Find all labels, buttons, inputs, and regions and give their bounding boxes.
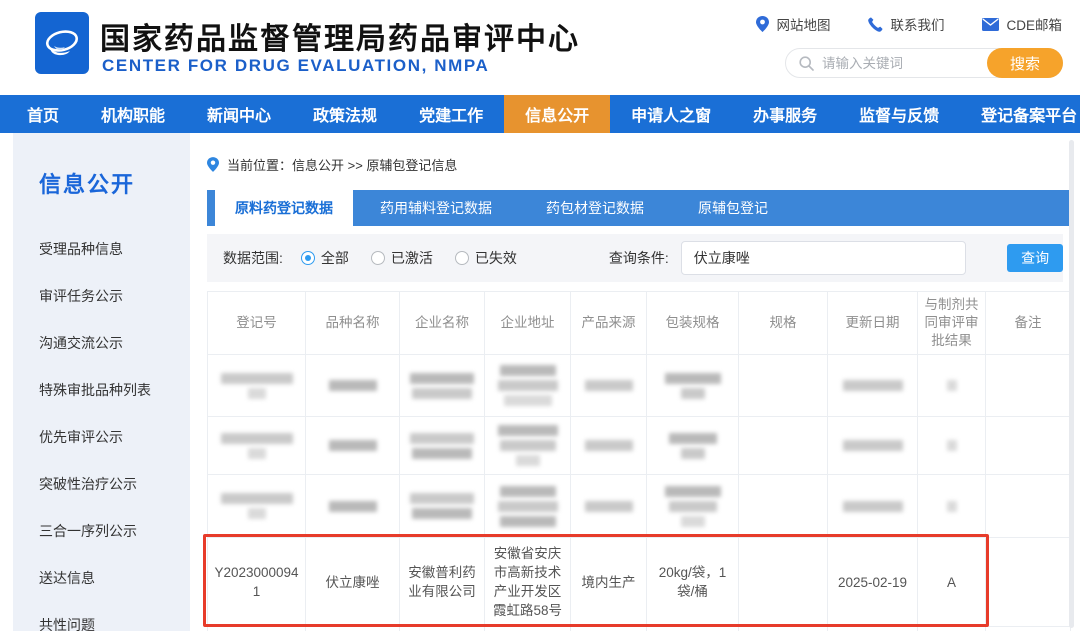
mail-link-label: CDE邮箱 [1006, 14, 1062, 34]
top-links: 网站地图 联系我们 CDE邮箱 [756, 14, 1062, 34]
phone-icon [868, 17, 883, 32]
sidebar-item-three-in-one[interactable]: 三合一序列公示 [39, 521, 190, 541]
col-header-update-date: 更新日期 [828, 292, 918, 355]
col-header-remark: 备注 [986, 292, 1071, 355]
col-header-variety-name: 品种名称 [306, 292, 400, 355]
query-condition-input[interactable] [681, 241, 966, 275]
contact-link[interactable]: 联系我们 [868, 14, 944, 34]
radio-activated[interactable]: 已激活 [371, 248, 433, 268]
cell-joint-review-result: A [918, 538, 986, 627]
nav-item-functions[interactable]: 机构职能 [80, 95, 186, 133]
radio-all[interactable]: 全部 [301, 248, 349, 268]
left-gutter [0, 133, 13, 631]
sidebar-item-accepted-varieties[interactable]: 受理品种信息 [39, 239, 190, 259]
scope-label: 数据范围: [223, 248, 283, 268]
nav-item-news[interactable]: 新闻中心 [186, 95, 292, 133]
tab-bar: 原料药登记数据 药用辅料登记数据 药包材登记数据 原辅包登记 [207, 190, 1070, 226]
page-subtitle: CENTER FOR DRUG EVALUATION, NMPA [102, 56, 489, 76]
site-search-button[interactable]: 搜索 [987, 48, 1063, 78]
nav-item-info-disclosure[interactable]: 信息公开 [504, 95, 610, 133]
page-header: 国家药品监督管理局药品审评中心 CENTER FOR DRUG EVALUATI… [0, 0, 1080, 95]
radio-activated-dot [371, 251, 385, 265]
breadcrumb-label: 当前位置：信息公开 >> 原辅包登记信息 [227, 155, 457, 174]
cell-variety-name: 伏立康唑 [306, 538, 400, 627]
map-pin-icon [756, 16, 769, 32]
col-header-company-name: 企业名称 [400, 292, 485, 355]
mail-link[interactable]: CDE邮箱 [982, 14, 1062, 34]
radio-activated-label: 已激活 [391, 248, 433, 268]
tab-raw-aux-pack-registration[interactable]: 原辅包登记 [671, 190, 795, 226]
col-header-product-source: 产品来源 [571, 292, 647, 355]
col-header-spec: 规格 [739, 292, 828, 355]
mail-icon [982, 18, 999, 31]
sidebar: 信息公开 受理品种信息 审评任务公示 沟通交流公示 特殊审批品种列表 优先审评公… [13, 133, 190, 631]
scope-radio-group: 全部 已激活 已失效 [301, 248, 517, 268]
radio-expired-dot [455, 251, 469, 265]
sitemap-link[interactable]: 网站地图 [756, 14, 830, 34]
table-header-row: 登记号 品种名称 企业名称 企业地址 产品来源 包装规格 规格 更新日期 与制剂… [208, 292, 1071, 355]
table-row-highlighted[interactable]: Y20230000941 伏立康唑 安徽普利药业有限公司 安徽省安庆市高新技术产… [208, 538, 1071, 627]
cde-logo [35, 12, 89, 74]
sidebar-item-communication[interactable]: 沟通交流公示 [39, 333, 190, 353]
cell-product-source: 境内生产 [571, 538, 647, 627]
sidebar-item-priority-review[interactable]: 优先审评公示 [39, 427, 190, 447]
col-header-packaging-spec: 包装规格 [647, 292, 739, 355]
col-header-registration-no: 登记号 [208, 292, 306, 355]
main-nav: 首页 机构职能 新闻中心 政策法规 党建工作 信息公开 申请人之窗 办事服务 监… [0, 95, 1080, 133]
col-header-company-address: 企业地址 [485, 292, 571, 355]
location-pin-icon [207, 157, 219, 172]
cell-company-address: 安徽省安庆市高新技术产业开发区霞虹路58号 [485, 538, 571, 627]
site-search-input[interactable] [814, 56, 987, 71]
search-icon [799, 56, 814, 71]
nav-item-services[interactable]: 办事服务 [732, 95, 838, 133]
vertical-scrollbar[interactable] [1069, 140, 1074, 628]
table-row-redacted[interactable] [208, 417, 1071, 475]
sitemap-link-label: 网站地图 [776, 14, 830, 34]
cell-update-date: 2025-02-19 [828, 538, 918, 627]
sidebar-item-breakthrough-therapy[interactable]: 突破性治疗公示 [39, 474, 190, 494]
nav-item-party[interactable]: 党建工作 [398, 95, 504, 133]
cell-spec [739, 538, 828, 627]
page-title: 国家药品监督管理局药品审评中心 [100, 14, 580, 58]
radio-all-label: 全部 [321, 248, 349, 268]
cell-registration-no: Y20230000941 [208, 538, 306, 627]
content-area: 信息公开 受理品种信息 审评任务公示 沟通交流公示 特殊审批品种列表 优先审评公… [0, 133, 1080, 631]
sidebar-item-special-approval[interactable]: 特殊审批品种列表 [39, 380, 190, 400]
radio-expired[interactable]: 已失效 [455, 248, 517, 268]
query-button[interactable]: 查询 [1007, 244, 1063, 272]
nav-item-registration-platform[interactable]: 登记备案平台 [960, 95, 1080, 133]
cell-remark [986, 538, 1071, 627]
table-row-redacted[interactable] [208, 475, 1071, 538]
sidebar-item-common-issues[interactable]: 共性问题 [39, 615, 190, 631]
registration-table-wrap: 登记号 品种名称 企业名称 企业地址 产品来源 包装规格 规格 更新日期 与制剂… [207, 291, 1070, 631]
cde-logo-icon [40, 21, 84, 65]
tab-packaging-registration-data[interactable]: 药包材登记数据 [519, 190, 671, 226]
radio-expired-label: 已失效 [475, 248, 517, 268]
site-search: 搜索 [785, 48, 1063, 78]
tab-excipient-registration-data[interactable]: 药用辅料登记数据 [353, 190, 519, 226]
nav-item-policies[interactable]: 政策法规 [292, 95, 398, 133]
registration-table: 登记号 品种名称 企业名称 企业地址 产品来源 包装规格 规格 更新日期 与制剂… [207, 291, 1071, 631]
contact-link-label: 联系我们 [890, 14, 944, 34]
sidebar-item-review-tasks[interactable]: 审评任务公示 [39, 286, 190, 306]
nav-item-applicant-window[interactable]: 申请人之窗 [610, 95, 732, 133]
breadcrumb: 当前位置：信息公开 >> 原辅包登记信息 [207, 155, 1080, 174]
tab-api-registration-data[interactable]: 原料药登记数据 [215, 190, 353, 226]
cell-packaging-spec: 20kg/袋，1袋/桶 [647, 538, 739, 627]
nav-item-home[interactable]: 首页 [6, 95, 80, 133]
sidebar-item-delivery-info[interactable]: 送达信息 [39, 568, 190, 588]
filter-bar: 数据范围: 全部 已激活 已失效 查询条件: 查询 [207, 234, 1063, 282]
query-condition-label: 查询条件: [609, 248, 669, 268]
cell-company-name: 安徽普利药业有限公司 [400, 538, 485, 627]
table-row-partial [208, 627, 1071, 631]
nav-item-supervision[interactable]: 监督与反馈 [838, 95, 960, 133]
main-panel: 当前位置：信息公开 >> 原辅包登记信息 原料药登记数据 药用辅料登记数据 药包… [190, 133, 1080, 631]
col-header-joint-review-result: 与制剂共同审评审批结果 [918, 292, 986, 355]
radio-all-dot [301, 251, 315, 265]
sidebar-title: 信息公开 [39, 167, 190, 199]
table-row-redacted[interactable] [208, 355, 1071, 417]
